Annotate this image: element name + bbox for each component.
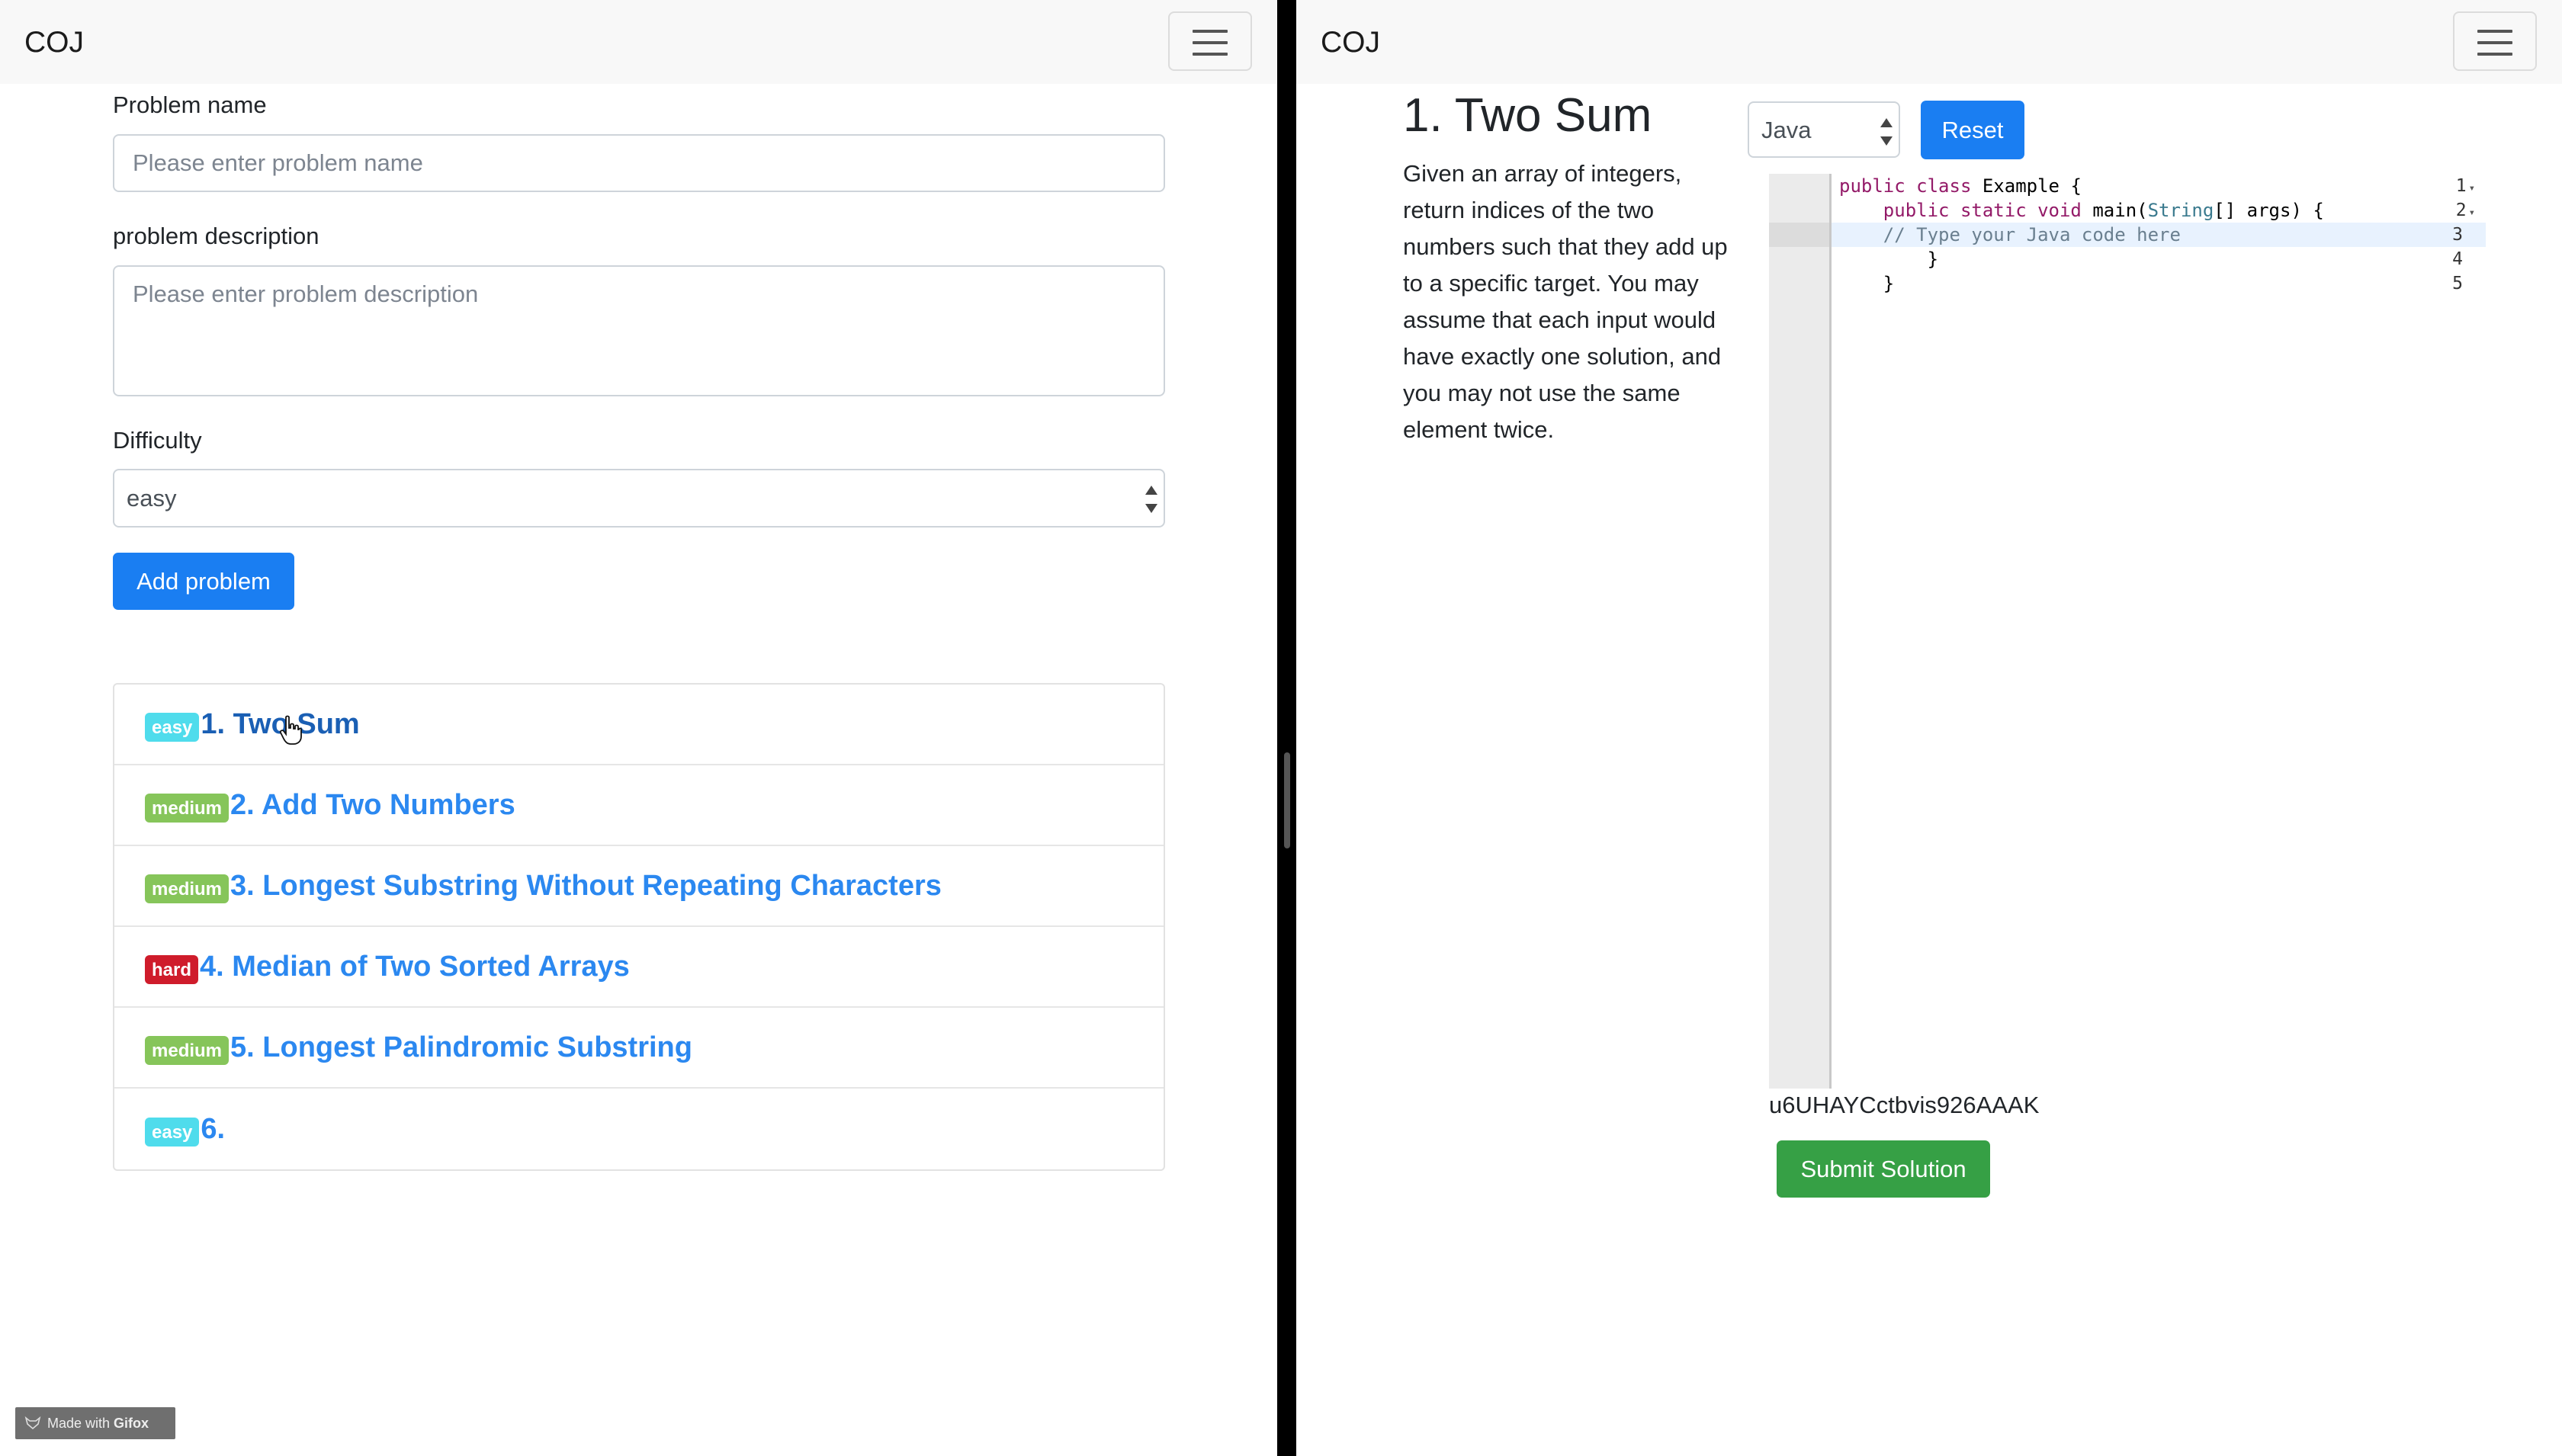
difficulty-select-value: easy [127, 485, 177, 512]
code-line: } [1839, 273, 1895, 294]
navbar-toggle-button[interactable] [1168, 11, 1252, 71]
problem-list: easy 1. Two Sum medium 2. Add Two Number… [113, 683, 1165, 1171]
line-number: 2 ▾ [2456, 198, 2475, 223]
problem-link[interactable]: 2. Add Two Numbers [230, 789, 515, 822]
list-item[interactable]: medium 3. Longest Substring Without Repe… [114, 846, 1164, 927]
code-line: public class Example { [1839, 175, 2082, 197]
problem-link[interactable]: 6. [201, 1113, 225, 1146]
difficulty-badge: easy [145, 1118, 200, 1147]
hamburger-icon [1193, 30, 1228, 33]
line-number: 4 [2452, 249, 2463, 269]
code-line: // Type your Java code here [1839, 224, 2181, 245]
list-item[interactable]: medium 2. Add Two Numbers [114, 765, 1164, 846]
submit-solution-button[interactable]: Submit Solution [1777, 1140, 1990, 1198]
active-line-gutter-highlight [1769, 223, 1829, 247]
hand-cursor-icon [279, 715, 302, 745]
fold-arrow-icon[interactable]: ▾ [2469, 200, 2475, 225]
add-problem-button[interactable]: Add problem [113, 553, 294, 610]
hamburger-icon [2477, 30, 2512, 33]
problem-name-input[interactable] [113, 134, 1165, 192]
language-select-value: Java [1761, 117, 1812, 143]
difficulty-label: Difficulty [113, 427, 202, 454]
reset-button[interactable]: Reset [1921, 101, 2024, 159]
problem-link[interactable]: 5. Longest Palindromic Substring [230, 1031, 692, 1064]
right-window: COJ 1. Two Sum Given an array of integer… [1296, 0, 2562, 1456]
select-arrows-icon [1880, 118, 1893, 146]
watermark-prefix: Made with [47, 1415, 111, 1431]
difficulty-badge: medium [145, 794, 230, 823]
hamburger-icon [2477, 41, 2512, 44]
language-select[interactable]: Java [1748, 101, 1900, 158]
list-item[interactable]: medium 5. Longest Palindromic Substring [114, 1008, 1164, 1089]
problem-link[interactable]: 3. Longest Substring Without Repeating C… [230, 870, 942, 903]
code-line: } [1839, 249, 1939, 270]
gifox-watermark: Made with Gifox [15, 1407, 175, 1439]
split-view-handle[interactable] [1284, 752, 1290, 848]
problem-description-input[interactable] [113, 265, 1165, 396]
watermark-brand: Gifox [114, 1415, 149, 1431]
problem-link[interactable]: 4. Median of Two Sorted Arrays [200, 951, 630, 983]
list-item[interactable]: easy 6. [114, 1089, 1164, 1169]
navbar-toggle-button[interactable] [2453, 11, 2537, 71]
fox-icon [24, 1416, 41, 1430]
problem-name-label: Problem name [113, 91, 267, 118]
navbar: COJ [0, 0, 1277, 84]
hamburger-icon [1193, 53, 1228, 56]
list-item[interactable]: easy 1. Two Sum [114, 685, 1164, 765]
problem-description: Given an array of integers, return indic… [1403, 160, 1728, 443]
session-token: u6UHAYCctbvis926AAAK [1769, 1092, 2040, 1118]
select-arrows-icon [1145, 486, 1157, 513]
difficulty-select[interactable]: easy [113, 469, 1165, 528]
fold-arrow-icon[interactable]: ▾ [2469, 176, 2475, 200]
code-editor[interactable]: 1 ▾ 2 ▾ 3 4 5 public class Example { publi… [1769, 174, 2486, 1089]
editor-gutter [1769, 174, 1832, 1089]
hamburger-icon [2477, 53, 2512, 56]
difficulty-badge: hard [145, 955, 199, 984]
problem-description-label: problem description [113, 223, 319, 249]
navbar: COJ [1296, 0, 2562, 84]
code-line: public static void main(String[] args) { [1839, 200, 2324, 221]
difficulty-badge: medium [145, 1036, 230, 1065]
brand-logo[interactable]: COJ [1321, 26, 1380, 59]
left-window: COJ Problem name problem description Dif… [0, 0, 1277, 1456]
line-number: 3 [2452, 225, 2463, 245]
hamburger-icon [1193, 41, 1228, 44]
line-number: 5 [2452, 274, 2463, 293]
brand-logo[interactable]: COJ [24, 26, 84, 59]
list-item[interactable]: hard 4. Median of Two Sorted Arrays [114, 927, 1164, 1008]
line-number: 1 ▾ [2456, 174, 2475, 198]
difficulty-badge: medium [145, 874, 230, 903]
difficulty-badge: easy [145, 713, 200, 742]
problem-title: 1. Two Sum [1403, 89, 1652, 142]
